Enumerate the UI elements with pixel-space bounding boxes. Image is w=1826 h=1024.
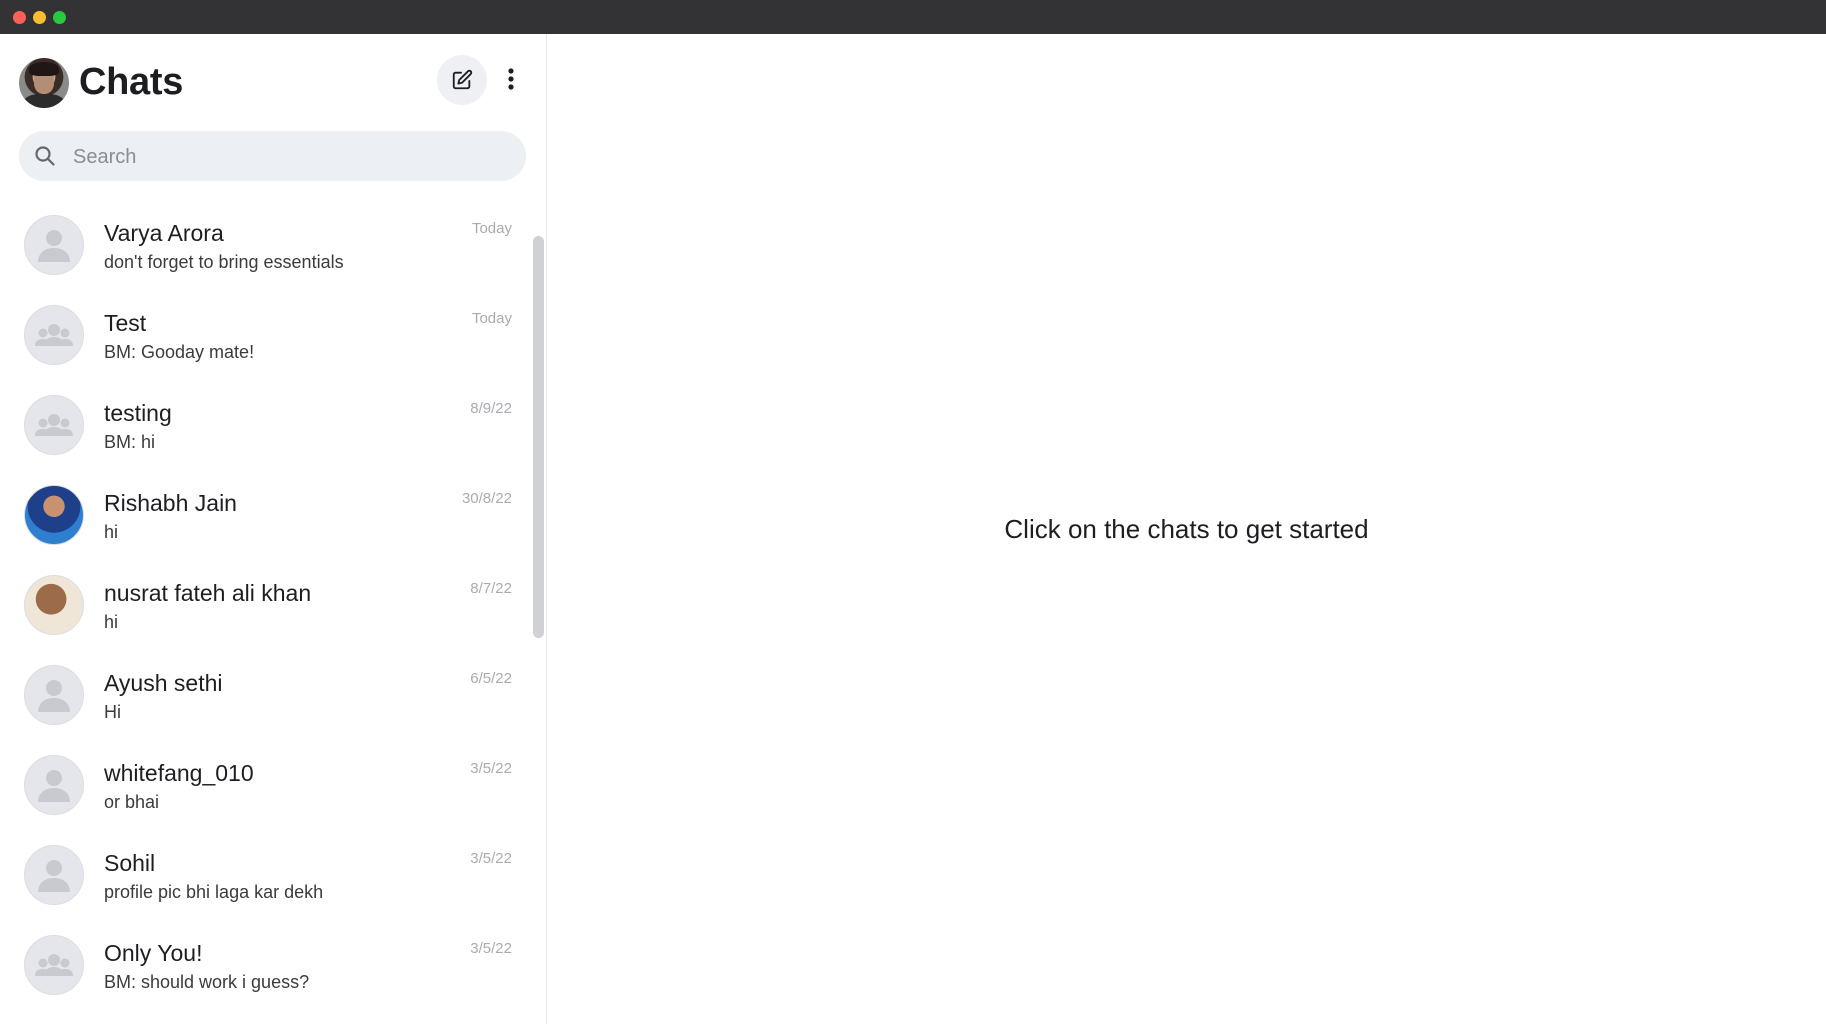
- search-icon: [35, 146, 55, 166]
- compose-icon: [452, 69, 473, 90]
- person-icon: [38, 860, 70, 892]
- chat-preview: or bhai: [104, 792, 160, 812]
- chat-name: Only You!: [104, 940, 203, 966]
- person-icon: [38, 680, 70, 712]
- chat-name: Rishabh Jain: [104, 490, 237, 516]
- chat-date: 8/9/22: [470, 400, 512, 417]
- chat-date: 6/5/22: [470, 670, 512, 687]
- close-window-button[interactable]: [13, 11, 26, 24]
- chat-item-ayush-sethi[interactable]: Ayush sethi Hi 6/5/22: [0, 654, 530, 744]
- person-placeholder-avatar: [24, 845, 84, 905]
- contact-photo-avatar: [24, 575, 84, 635]
- sidebar: Chats Search Varya Arora don't forget to…: [0, 34, 547, 1024]
- conversation-pane: Click on the chats to get started: [547, 34, 1826, 1024]
- person-placeholder-avatar: [24, 755, 84, 815]
- chat-item-testing[interactable]: testing BM: hi 8/9/22: [0, 384, 530, 474]
- chat-name: Sohil: [104, 850, 156, 876]
- chat-date: Today: [471, 220, 512, 237]
- chat-preview: BM: should work i guess?: [104, 972, 310, 992]
- person-placeholder-avatar: [24, 215, 84, 275]
- group-placeholder-avatar: [24, 935, 84, 995]
- chat-item-only-you[interactable]: Only You! BM: should work i guess? 3/5/2…: [0, 924, 530, 1014]
- sidebar-title: Chats: [79, 61, 184, 103]
- more-options-button[interactable]: [499, 57, 523, 101]
- group-icon: [35, 324, 73, 346]
- sidebar-header: Chats: [0, 34, 546, 129]
- chat-date: 8/7/22: [470, 580, 512, 597]
- chat-preview: Hi: [104, 702, 121, 722]
- chat-name: Test: [104, 310, 147, 336]
- minimize-window-button[interactable]: [33, 11, 46, 24]
- empty-state-message: Click on the chats to get started: [1004, 514, 1369, 544]
- person-icon: [38, 770, 70, 802]
- user-avatar[interactable]: [19, 58, 69, 108]
- group-icon: [35, 414, 73, 436]
- chat-app: Chats Search Varya Arora don't forget to…: [0, 34, 1826, 1024]
- chat-preview: profile pic bhi laga kar dekh: [104, 882, 324, 902]
- contact-photo-avatar: [24, 485, 84, 545]
- new-chat-button[interactable]: [437, 55, 487, 105]
- chat-date: 3/5/22: [470, 940, 512, 957]
- chat-date: 3/5/22: [470, 850, 512, 867]
- chat-item-sohil[interactable]: Sohil profile pic bhi laga kar dekh 3/5/…: [0, 834, 530, 924]
- chat-list-scrollbar[interactable]: [533, 236, 544, 638]
- search-input[interactable]: [71, 131, 515, 183]
- group-placeholder-avatar: [24, 395, 84, 455]
- chat-name: Ayush sethi: [104, 670, 223, 696]
- chat-item-nusrat-fateh-ali-khan[interactable]: nusrat fateh ali khan hi 8/7/22: [0, 564, 530, 654]
- chat-preview: BM: hi: [104, 432, 156, 452]
- chat-name: nusrat fateh ali khan: [104, 580, 312, 606]
- chat-preview: hi: [104, 522, 119, 542]
- chat-preview: BM: Gooday mate!: [104, 342, 255, 362]
- chat-item-varya-arora[interactable]: Varya Arora don't forget to bring essent…: [0, 204, 530, 294]
- search-bar: [19, 131, 526, 183]
- group-icon: [35, 954, 73, 976]
- chat-name: whitefang_010: [104, 760, 254, 786]
- maximize-window-button[interactable]: [53, 11, 66, 24]
- chat-item-rishabh-jain[interactable]: Rishabh Jain hi 30/8/22: [0, 474, 530, 564]
- chat-name: Varya Arora: [104, 220, 224, 246]
- person-placeholder-avatar: [24, 665, 84, 725]
- more-vertical-icon: [508, 68, 514, 90]
- chat-name: testing: [104, 400, 172, 426]
- chat-date: Today: [471, 310, 512, 327]
- chat-item-whitefang-010[interactable]: whitefang_010 or bhai 3/5/22: [0, 744, 530, 834]
- chat-preview: don't forget to bring essentials: [104, 252, 344, 272]
- chat-date: 3/5/22: [470, 760, 512, 777]
- chat-list: Varya Arora don't forget to bring essent…: [0, 204, 530, 1024]
- window-titlebar: [0, 0, 1826, 34]
- person-icon: [38, 230, 70, 262]
- group-placeholder-avatar: [24, 305, 84, 365]
- chat-date: 30/8/22: [461, 490, 512, 507]
- chat-item-test[interactable]: Test BM: Gooday mate! Today: [0, 294, 530, 384]
- chat-preview: hi: [104, 612, 119, 632]
